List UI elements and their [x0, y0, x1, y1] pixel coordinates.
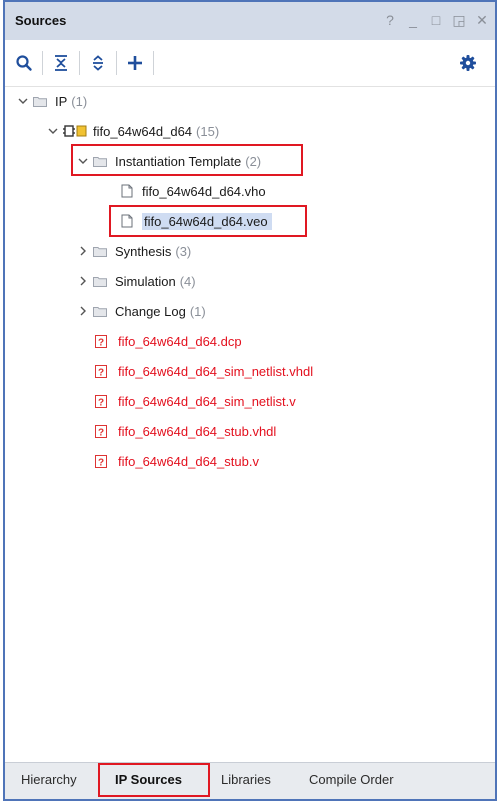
chevron-down-icon[interactable]: [17, 95, 29, 107]
tree-file-vho[interactable]: fifo_64w64d_d64.vho: [121, 180, 266, 202]
tree-count: (4): [179, 273, 196, 289]
highlight-box: [71, 144, 303, 176]
svg-text:?: ?: [98, 427, 104, 438]
tree-label: fifo_64w64d_d64_stub.vhdl: [118, 423, 277, 439]
close-icon[interactable]: ✕: [475, 12, 489, 28]
file-icon: [121, 184, 133, 198]
toolbar-separator: [79, 51, 80, 75]
gear-icon[interactable]: [459, 54, 477, 72]
tree-node-simulation[interactable]: Simulation (4): [77, 270, 196, 292]
sources-toolbar: [5, 40, 495, 87]
maximize-icon[interactable]: □: [429, 12, 443, 28]
svg-text:?: ?: [98, 337, 104, 348]
expand-all-icon[interactable]: [89, 54, 107, 72]
missing-file-icon: ?: [95, 334, 107, 348]
chevron-right-icon[interactable]: [77, 245, 89, 257]
tree-label: fifo_64w64d_d64_stub.v: [118, 453, 259, 469]
folder-icon: [33, 96, 47, 107]
tree-label: fifo_64w64d_d64_sim_netlist.v: [118, 393, 296, 409]
toolbar-separator: [42, 51, 43, 75]
float-icon[interactable]: ◲: [452, 12, 466, 28]
tree-file-missing[interactable]: ? fifo_64w64d_d64_stub.v: [95, 450, 259, 472]
panel-title: Sources: [15, 13, 67, 28]
chevron-right-icon[interactable]: [77, 305, 89, 317]
window-controls: ? _ □ ◲ ✕: [383, 12, 489, 28]
folder-icon: [93, 306, 107, 317]
add-icon[interactable]: [126, 54, 144, 72]
bottom-tab-bar: Hierarchy IP Sources Libraries Compile O…: [5, 762, 495, 799]
chevron-down-icon[interactable]: [47, 125, 59, 137]
tree-node-ip-core[interactable]: fifo_64w64d_d64 (15): [47, 120, 219, 142]
sources-panel: Sources ? _ □ ◲ ✕ IP (1) fifo_64w64d_d64…: [3, 0, 497, 801]
tree-count: (1): [71, 93, 88, 109]
folder-icon: [93, 246, 107, 257]
tree-label: IP: [55, 93, 68, 109]
missing-file-icon: ?: [95, 454, 107, 468]
tree-label: fifo_64w64d_d64.dcp: [118, 333, 242, 349]
tree-count: (3): [175, 243, 192, 259]
missing-file-icon: ?: [95, 364, 107, 378]
collapse-all-icon[interactable]: [52, 54, 70, 72]
svg-text:?: ?: [98, 457, 104, 468]
missing-file-icon: ?: [95, 394, 107, 408]
folder-icon: [93, 276, 107, 287]
tree-file-missing[interactable]: ? fifo_64w64d_d64.dcp: [95, 330, 242, 352]
tab-compile-order[interactable]: Compile Order: [309, 772, 394, 787]
svg-text:?: ?: [98, 367, 104, 378]
search-icon[interactable]: [15, 54, 33, 72]
highlight-box: [109, 205, 307, 237]
tab-libraries[interactable]: Libraries: [221, 772, 271, 787]
tree-label: Change Log: [115, 303, 186, 319]
tree-count: (1): [189, 303, 206, 319]
tree-label: fifo_64w64d_d64_sim_netlist.vhdl: [118, 363, 314, 379]
tree-node-ip[interactable]: IP (1): [17, 90, 87, 112]
ip-core-icon: [63, 125, 87, 137]
highlight-box: [98, 763, 210, 797]
toolbar-separator: [116, 51, 117, 75]
toolbar-separator: [153, 51, 154, 75]
tree-count: (15): [196, 123, 220, 139]
tree-file-missing[interactable]: ? fifo_64w64d_d64_stub.vhdl: [95, 420, 276, 442]
tree-label: Simulation: [115, 273, 176, 289]
tree-node-synthesis[interactable]: Synthesis (3): [77, 240, 191, 262]
tree-label: fifo_64w64d_d64: [93, 123, 193, 139]
tree-file-missing[interactable]: ? fifo_64w64d_d64_sim_netlist.vhdl: [95, 360, 313, 382]
help-icon[interactable]: ?: [383, 12, 397, 28]
svg-text:?: ?: [98, 397, 104, 408]
tree-label: Synthesis: [115, 243, 172, 259]
panel-titlebar: Sources ? _ □ ◲ ✕: [5, 2, 495, 40]
tree-file-missing[interactable]: ? fifo_64w64d_d64_sim_netlist.v: [95, 390, 296, 412]
tab-hierarchy[interactable]: Hierarchy: [21, 772, 77, 787]
minimize-icon[interactable]: _: [406, 12, 420, 28]
chevron-right-icon[interactable]: [77, 275, 89, 287]
missing-file-icon: ?: [95, 424, 107, 438]
tree-label: fifo_64w64d_d64.vho: [142, 183, 266, 199]
tree-node-change-log[interactable]: Change Log (1): [77, 300, 206, 322]
